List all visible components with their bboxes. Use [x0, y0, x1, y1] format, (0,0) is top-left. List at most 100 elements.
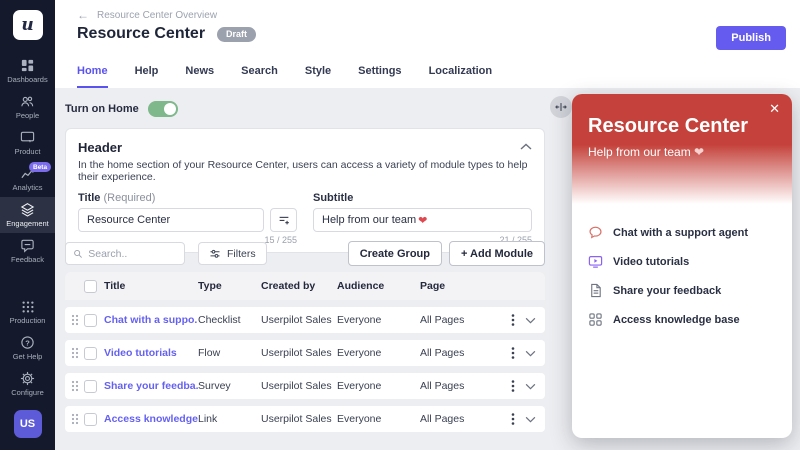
column-header-title: Title: [104, 280, 198, 292]
publish-button[interactable]: Publish: [716, 26, 786, 50]
knowledge-grid-icon: [588, 312, 603, 327]
module-audience: Everyone: [337, 413, 420, 425]
toggle-knob: [164, 103, 176, 115]
kebab-menu-icon[interactable]: [505, 379, 521, 393]
tab-search[interactable]: Search: [241, 65, 278, 88]
sidebar-item-analytics[interactable]: Analytics Beta: [0, 161, 55, 197]
subtitle-value: Help from our team: [322, 214, 416, 226]
back-arrow-icon[interactable]: ←: [77, 8, 89, 22]
drag-handle-icon[interactable]: [71, 413, 84, 425]
add-module-button[interactable]: + Add Module: [449, 241, 545, 266]
module-title-link[interactable]: Video tutorials: [104, 347, 198, 359]
toggle-label: Turn on Home: [65, 103, 139, 115]
module-page: All Pages: [420, 347, 505, 359]
panel-resize-handle[interactable]: [550, 96, 572, 118]
beta-badge: Beta: [29, 162, 51, 172]
tab-settings[interactable]: Settings: [358, 65, 401, 88]
dashboards-grid-icon: [20, 58, 35, 73]
product-window-icon: [20, 130, 35, 145]
module-title-link[interactable]: Chat with a suppo...: [104, 314, 198, 326]
page-title: Resource Center: [77, 25, 205, 43]
top-header: ← Resource Center Overview Resource Cent…: [55, 0, 800, 88]
tab-style[interactable]: Style: [305, 65, 331, 88]
search-input[interactable]: [88, 248, 177, 260]
drag-handle-icon[interactable]: [71, 380, 84, 392]
drag-handle-icon[interactable]: [71, 314, 84, 326]
row-checkbox[interactable]: [84, 314, 97, 327]
sidebar-item-product[interactable]: Product: [0, 125, 55, 161]
heart-emoji: ❤: [418, 214, 427, 227]
resource-center-preview: ✕ Resource Center Help from our team ❤ C…: [572, 94, 792, 438]
chevron-down-icon[interactable]: [521, 383, 539, 390]
heart-emoji: ❤: [694, 145, 704, 159]
sidebar-item-production[interactable]: Production: [0, 294, 55, 330]
tab-help[interactable]: Help: [135, 65, 159, 88]
kebab-menu-icon[interactable]: [505, 412, 521, 426]
user-avatar[interactable]: US: [14, 410, 42, 438]
tab-home[interactable]: Home: [77, 65, 108, 88]
tab-news[interactable]: News: [185, 65, 214, 88]
people-icon: [20, 94, 35, 109]
table-row[interactable]: Video tutorials Flow Userpilot Sales Eve…: [65, 340, 545, 366]
preview-item-knowledge[interactable]: Access knowledge base: [588, 305, 776, 334]
chevron-up-icon[interactable]: [520, 138, 532, 156]
page-title-row: Resource Center Draft: [77, 25, 256, 43]
close-icon[interactable]: ✕: [769, 101, 780, 117]
userpilot-logo[interactable]: u: [13, 10, 43, 40]
resize-arrows-icon: [554, 100, 568, 114]
chevron-down-icon[interactable]: [521, 416, 539, 423]
module-type: Flow: [198, 347, 261, 359]
sidebar-item-people[interactable]: People: [0, 89, 55, 125]
module-created-by: Userpilot Sales: [261, 380, 337, 392]
preview-subtitle: Help from our team ❤: [588, 145, 704, 159]
preview-header: ✕ Resource Center Help from our team ❤: [572, 94, 792, 204]
sidebar-item-configure[interactable]: Configure: [0, 366, 55, 402]
preview-item-feedback[interactable]: Share your feedback: [588, 276, 776, 305]
search-box[interactable]: [65, 242, 185, 265]
status-badge: Draft: [217, 27, 256, 42]
modules-toolbar: Filters Create Group + Add Module: [65, 241, 545, 266]
sidebar-item-label: Production: [10, 316, 46, 325]
table-row[interactable]: Chat with a suppo... Checklist Userpilot…: [65, 307, 545, 333]
sidebar-item-dashboards[interactable]: Dashboards: [0, 53, 55, 89]
kebab-menu-icon[interactable]: [505, 346, 521, 360]
sidebar-item-label: Dashboards: [7, 75, 47, 84]
sidebar: u Dashboards People Product Analytics B: [0, 0, 55, 450]
column-header-type: Type: [198, 280, 261, 292]
module-page: All Pages: [420, 314, 505, 326]
sidebar-item-engagement[interactable]: Engagement: [0, 197, 55, 233]
drag-handle-icon[interactable]: [71, 347, 84, 359]
breadcrumb[interactable]: ← Resource Center Overview: [77, 8, 217, 22]
modules-table: Title Type Created by Audience Page Chat…: [65, 272, 545, 432]
select-all-checkbox[interactable]: [84, 280, 97, 293]
preview-item-chat[interactable]: Chat with a support agent: [588, 218, 776, 247]
module-title-link[interactable]: Access knowledge ...: [104, 413, 198, 425]
title-field-group: Title (Required) 15 / 255: [78, 192, 297, 245]
filters-button[interactable]: Filters: [198, 242, 267, 265]
create-group-button[interactable]: Create Group: [348, 241, 442, 266]
subtitle-input[interactable]: Help from our team ❤: [313, 208, 532, 232]
row-checkbox[interactable]: [84, 413, 97, 426]
row-checkbox[interactable]: [84, 380, 97, 393]
module-title-link[interactable]: Share your feedba...: [104, 380, 198, 392]
table-row[interactable]: Share your feedba... Survey Userpilot Sa…: [65, 373, 545, 399]
table-row[interactable]: Access knowledge ... Link Userpilot Sale…: [65, 406, 545, 432]
title-input[interactable]: [78, 208, 264, 232]
chevron-down-icon[interactable]: [521, 350, 539, 357]
kebab-menu-icon[interactable]: [505, 313, 521, 327]
row-checkbox[interactable]: [84, 347, 97, 360]
module-created-by: Userpilot Sales: [261, 314, 337, 326]
sidebar-item-get-help[interactable]: ? Get Help: [0, 330, 55, 366]
tab-localization[interactable]: Localization: [429, 65, 493, 88]
sidebar-item-label: Get Help: [13, 352, 43, 361]
preview-item-label: Access knowledge base: [613, 314, 740, 326]
header-settings-card: Header In the home section of your Resou…: [65, 128, 545, 253]
subtitle-field-label: Subtitle: [313, 192, 532, 204]
chevron-down-icon[interactable]: [521, 317, 539, 324]
sidebar-item-label: Product: [15, 147, 41, 156]
sidebar-item-feedback[interactable]: Feedback: [0, 233, 55, 269]
insert-variable-button[interactable]: [270, 208, 297, 232]
home-toggle[interactable]: [148, 101, 178, 117]
preview-item-video[interactable]: Video tutorials: [588, 247, 776, 276]
module-type: Checklist: [198, 314, 261, 326]
